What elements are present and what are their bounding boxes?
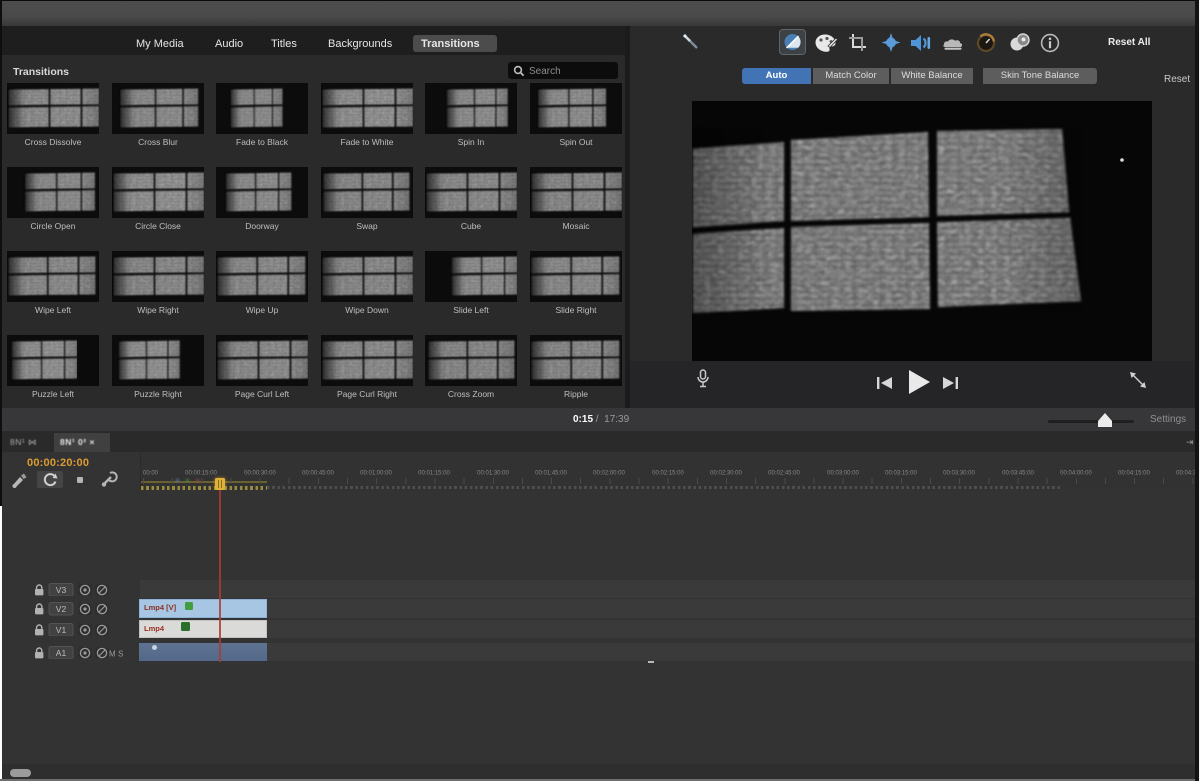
svg-text:S: S [118, 650, 123, 659]
svg-text:V3: V3 [56, 585, 67, 595]
svg-text:M: M [109, 650, 116, 659]
svg-text:V2: V2 [56, 604, 67, 614]
svg-text:V1: V1 [56, 625, 67, 635]
svg-text:A1: A1 [56, 648, 67, 658]
